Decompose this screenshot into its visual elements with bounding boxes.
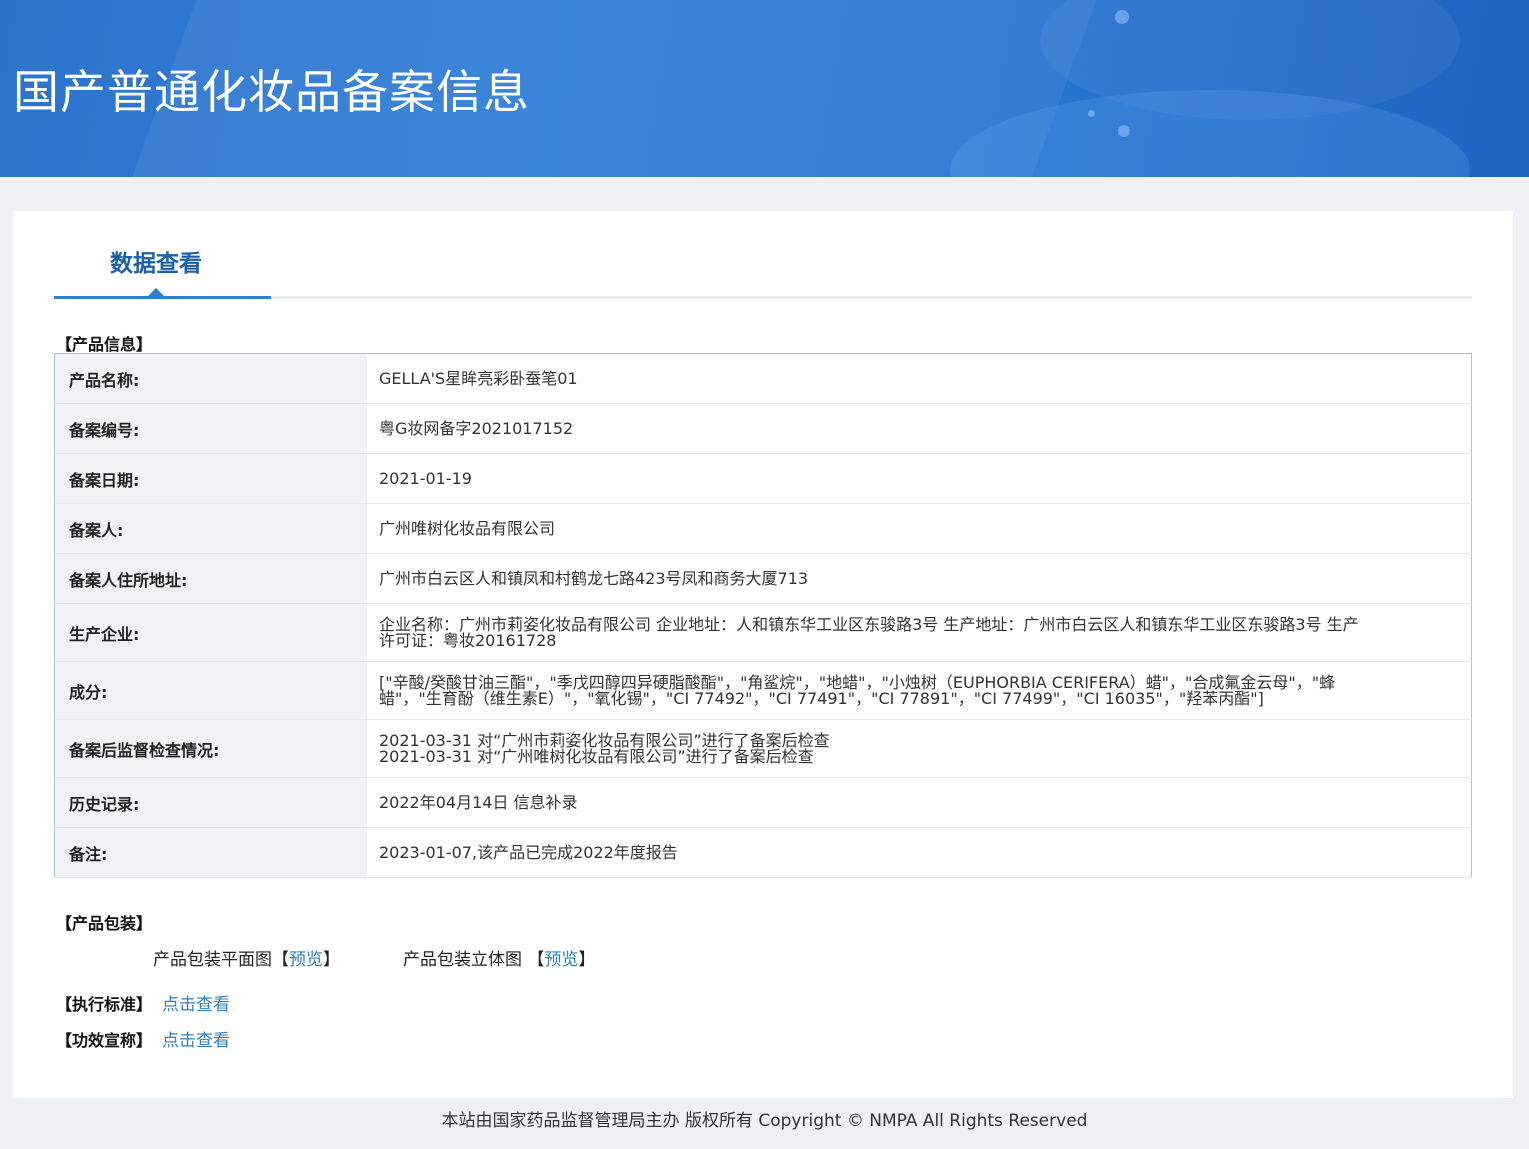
row-value-line: 2023-01-07,该产品已完成2022年度报告 [379, 842, 678, 862]
row-value: 2021-03-31 对“广州市莉姿化妆品有限公司”进行了备案后检查 2021-0… [367, 719, 1472, 778]
banner-dot [1088, 110, 1095, 117]
row-value: 2023-01-07,该产品已完成2022年度报告 [367, 827, 1472, 878]
tab-data-view[interactable]: 数据查看 [54, 211, 271, 299]
standard-view-link[interactable]: 点击查看 [162, 995, 230, 1015]
row-label: 备案日期: [54, 453, 367, 504]
row-label: 生产企业: [54, 603, 367, 662]
footer-copyright: 本站由国家药品监督管理局主办 版权所有 Copyright © NMPA All… [441, 1111, 1088, 1131]
row-label: 产品名称: [54, 353, 367, 404]
banner-dot [1118, 125, 1130, 137]
tab-bar: 数据查看 [54, 211, 1472, 299]
row-label: 备案后监督检查情况: [54, 719, 367, 778]
row-label: 备注: [54, 827, 367, 878]
row-value: 2021-01-19 [367, 453, 1472, 504]
row-value-line: 2021-01-19 [379, 468, 472, 488]
row-value: 2022年04月14日 信息补录 [367, 777, 1472, 828]
row-label: 历史记录: [54, 777, 367, 828]
row-label: 成分: [54, 661, 367, 720]
row-label: 备案编号: [54, 403, 367, 454]
bracket-close: 】 [578, 950, 596, 970]
table-row: 备案后监督检查情况: 2021-03-31 对“广州市莉姿化妆品有限公司”进行了备… [54, 719, 1472, 778]
table-row: 历史记录: 2022年04月14日 信息补录 [54, 777, 1472, 828]
banner-dot [1115, 10, 1129, 24]
row-value-line: 广州市白云区人和镇凤和村鹤龙七路423号凤和商务大厦713 [379, 568, 809, 588]
row-label: 备案人: [54, 503, 367, 554]
standard-row: 【执行标准】 点击查看 [56, 990, 230, 1015]
row-value-line: 2021-03-31 对“广州唯树化妆品有限公司”进行了备案后检查 [379, 746, 814, 766]
package-flat-row: 产品包装平面图【预览】 [153, 945, 340, 970]
efficacy-view-link[interactable]: 点击查看 [162, 1031, 230, 1051]
caret-up-icon [148, 288, 164, 296]
preview-stereo-link[interactable]: 预览 [544, 950, 578, 970]
row-value: ["辛酸/癸酸甘油三酯"，"季戊四醇四异硬脂酸酯"，"角鲨烷"，"地蜡"，"小烛… [367, 661, 1472, 720]
header-banner: 国产普通化妆品备案信息 [0, 0, 1529, 177]
product-info-heading: 【产品信息】 [56, 335, 153, 354]
tab-active-underline [54, 296, 271, 299]
table-row: 备案人: 广州唯树化妆品有限公司 [54, 503, 1472, 554]
efficacy-row: 【功效宣称】 点击查看 [56, 1026, 230, 1051]
table-row: 备注: 2023-01-07,该产品已完成2022年度报告 [54, 827, 1472, 878]
row-value-line: 2022年04月14日 信息补录 [379, 792, 578, 812]
table-row: 生产企业: 企业名称：广州市莉姿化妆品有限公司 企业地址：人和镇东华工业区东骏路3… [54, 603, 1472, 662]
table-row: 产品名称: GELLA'S星眸亮彩卧蚕笔01 [54, 353, 1472, 404]
bracket-open: 【 [272, 950, 289, 970]
product-info-table: 产品名称: GELLA'S星眸亮彩卧蚕笔01 备案编号: 粤G妆网备字20210171… [54, 353, 1472, 878]
table-row: 备案日期: 2021-01-19 [54, 453, 1472, 504]
tab-label: 数据查看 [110, 251, 202, 277]
package-stereo-label: 产品包装立体图 [403, 950, 522, 970]
bracket-close: 】 [323, 950, 340, 970]
row-value: 广州市白云区人和镇凤和村鹤龙七路423号凤和商务大厦713 [367, 553, 1472, 604]
efficacy-label: 【功效宣称】 [56, 1031, 153, 1050]
content-card: 数据查看 【产品信息】 产品名称: GELLA'S星眸亮彩卧蚕笔01 备案编号: 粤G… [13, 211, 1513, 1098]
row-value: 广州唯树化妆品有限公司 [367, 503, 1472, 554]
standard-label: 【执行标准】 [56, 995, 153, 1014]
row-value-line: 广州唯树化妆品有限公司 [379, 518, 556, 538]
row-value: 粤G妆网备字2021017152 [367, 403, 1472, 454]
preview-flat-link[interactable]: 预览 [289, 950, 323, 970]
row-value: 企业名称：广州市莉姿化妆品有限公司 企业地址：人和镇东华工业区东骏路3号 生产地… [367, 603, 1472, 662]
row-value-line: 蜡"，"生育酚（维生素E）"，"氧化锡"，"CI 77492"，"CI 7749… [379, 688, 1264, 708]
packaging-heading: 【产品包装】 [56, 914, 153, 933]
package-flat-label: 产品包装平面图 [153, 950, 272, 970]
table-row: 备案人住所地址: 广州市白云区人和镇凤和村鹤龙七路423号凤和商务大厦713 [54, 553, 1472, 604]
package-stereo-row: 产品包装立体图 【预览】 [403, 945, 595, 970]
table-row: 成分: ["辛酸/癸酸甘油三酯"，"季戊四醇四异硬脂酸酯"，"角鲨烷"，"地蜡"，… [54, 661, 1472, 720]
bracket-open: 【 [527, 950, 545, 970]
row-value-line: 粤G妆网备字2021017152 [379, 418, 574, 438]
table-row: 备案编号: 粤G妆网备字2021017152 [54, 403, 1472, 454]
page-title: 国产普通化妆品备案信息 [13, 65, 530, 119]
row-label: 备案人住所地址: [54, 553, 367, 604]
row-value-line: GELLA'S星眸亮彩卧蚕笔01 [379, 368, 578, 388]
row-value-line: 许可证：粤妆20161728 [379, 630, 557, 650]
row-value: GELLA'S星眸亮彩卧蚕笔01 [367, 353, 1472, 404]
